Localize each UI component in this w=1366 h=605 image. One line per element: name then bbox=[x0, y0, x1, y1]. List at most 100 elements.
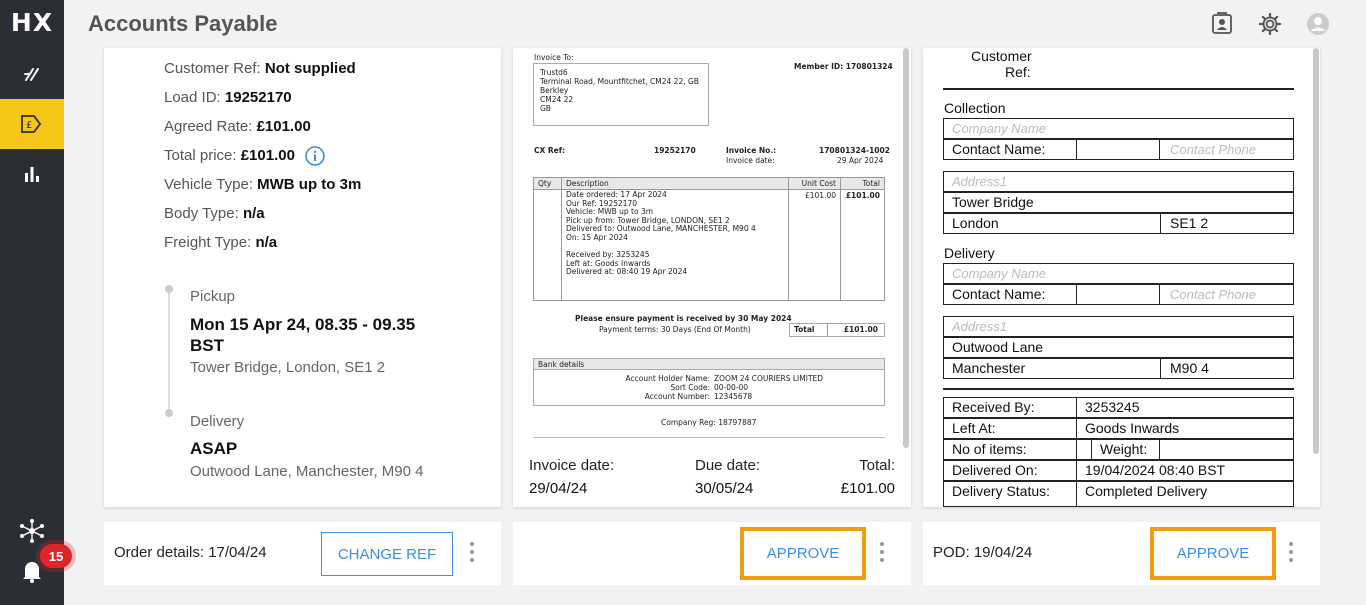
timeline-connector bbox=[168, 290, 170, 410]
invoice-date-label: Invoice date: bbox=[726, 156, 775, 165]
bar-chart-icon bbox=[25, 167, 39, 182]
field-label: Total price: bbox=[164, 146, 237, 164]
bank-value: ZOOM 24 COURIERS LIMITED bbox=[714, 374, 824, 383]
cell-divider bbox=[1076, 440, 1077, 459]
delivery-company-row: Company Name bbox=[943, 263, 1294, 284]
customer-ref-field: Customer Ref: Not supplied bbox=[164, 60, 356, 77]
invoice-scrollbar[interactable] bbox=[903, 48, 909, 448]
field-value: £101.00 bbox=[240, 146, 295, 164]
bank-details-label: Bank details bbox=[538, 360, 585, 369]
settings-button[interactable] bbox=[1258, 12, 1282, 36]
contact-name-label: Contact Name: bbox=[952, 141, 1046, 157]
qty-cell bbox=[533, 189, 562, 301]
cell-divider bbox=[1160, 359, 1161, 378]
pod-action-bar: POD: 19/04/24 APPROVE bbox=[923, 522, 1320, 585]
invoice-bottom-rule bbox=[533, 437, 885, 438]
invoice-no-value: 170801324-1002 bbox=[819, 146, 890, 155]
delivered-on-row: Delivered On: 19/04/2024 08:40 BST bbox=[943, 460, 1294, 481]
order-details-date: Order details: 17/04/24 bbox=[114, 544, 267, 561]
sidebar-item-reports[interactable] bbox=[0, 149, 64, 199]
approve-invoice-button[interactable]: APPROVE bbox=[740, 527, 866, 580]
pod-customer-ref-label-2: Ref: bbox=[1005, 64, 1031, 80]
approve-pod-button[interactable]: APPROVE bbox=[1150, 527, 1276, 580]
network-icon bbox=[20, 519, 44, 543]
field-value: £101.00 bbox=[256, 118, 311, 135]
change-ref-button[interactable]: CHANGE REF bbox=[321, 532, 453, 576]
notification-count-badge[interactable]: 15 bbox=[40, 544, 72, 568]
pickup-time: Mon 15 Apr 24, 08.35 - 09.35 BST bbox=[190, 314, 415, 356]
pickup-dot bbox=[165, 285, 173, 293]
sidebar-item-accounts-payable[interactable]: £ bbox=[0, 99, 64, 149]
address-line: Trustd6 bbox=[540, 68, 568, 77]
invoice-date-value: 29 Apr 2024 bbox=[837, 156, 884, 165]
pod-divider bbox=[943, 88, 1294, 90]
contact-phone-field: Contact Phone bbox=[1170, 142, 1257, 157]
info-icon[interactable] bbox=[305, 146, 325, 166]
total-label: Total bbox=[794, 325, 815, 334]
pickup-label: Pickup bbox=[190, 288, 236, 305]
body-type-field: Body Type: n/a bbox=[164, 205, 265, 222]
kebab-dot bbox=[1289, 558, 1293, 562]
contacts-button[interactable] bbox=[1210, 12, 1234, 36]
pod-divider bbox=[943, 388, 1294, 390]
delivery-street-row: Outwood Lane bbox=[943, 337, 1294, 358]
pod-scrollbar[interactable] bbox=[1313, 48, 1319, 454]
avatar-icon bbox=[1307, 13, 1329, 35]
address-line: GB bbox=[540, 104, 551, 113]
received-by-value: 3253245 bbox=[1085, 399, 1140, 415]
invoice-document[interactable]: Invoice To: Trustd6 Terminal Road, Mount… bbox=[513, 48, 903, 448]
delivery-dot bbox=[165, 409, 173, 417]
invoice-line-table: Qty Description Unit Cost Total Date ord… bbox=[533, 177, 885, 301]
items-weight-row: No of items: Weight: bbox=[943, 439, 1294, 460]
sidebar: HX £ 15 bbox=[0, 0, 72, 605]
payment-notice: Please ensure payment is received by 30 … bbox=[575, 314, 792, 323]
address-line: CM24 22 bbox=[540, 95, 574, 104]
pod-more-menu[interactable] bbox=[1288, 542, 1294, 562]
pickup-address: Tower Bridge, London, SE1 2 bbox=[190, 359, 386, 376]
field-label: Load ID: bbox=[164, 89, 221, 106]
svg-text:£: £ bbox=[26, 120, 32, 131]
collection-company-row: Company Name bbox=[943, 118, 1294, 139]
delivery-time: ASAP bbox=[190, 439, 238, 458]
invoice-address: Trustd6 Terminal Road, Mountfitchet, CM2… bbox=[540, 68, 710, 113]
page-title: Accounts Payable bbox=[88, 11, 278, 36]
footer-invoice-date-label: Invoice date: bbox=[529, 457, 615, 474]
kebab-dot bbox=[470, 550, 474, 554]
invoice-icon: £ bbox=[21, 115, 42, 133]
invoice-more-menu[interactable] bbox=[879, 542, 885, 562]
field-value: MWB up to 3m bbox=[257, 176, 362, 193]
cell-divider bbox=[1159, 140, 1160, 159]
bank-label: Sort Code: bbox=[670, 383, 711, 392]
delivery-heading: Delivery bbox=[944, 245, 995, 261]
delivery-contact-row: Contact Name: Contact Phone bbox=[943, 284, 1294, 305]
collection-contact-row: Contact Name: Contact Phone bbox=[943, 139, 1294, 160]
user-account-button[interactable] bbox=[1306, 12, 1330, 36]
delivery-label: Delivery bbox=[190, 413, 245, 430]
contact-card-icon bbox=[1212, 12, 1232, 34]
kebab-dot bbox=[880, 558, 884, 562]
cx-ref-label: CX Ref: bbox=[534, 146, 566, 155]
postcode-value: SE1 2 bbox=[1170, 215, 1209, 231]
received-by-label: Received By: bbox=[952, 399, 1035, 415]
collection-heading: Collection bbox=[944, 100, 1006, 116]
top-header: Accounts Payable bbox=[64, 0, 1366, 48]
cx-ref-value: 19252170 bbox=[654, 146, 696, 155]
address-line: Terminal Road, Mountfitchet, CM24 22, GB bbox=[540, 77, 699, 86]
address-line: Berkley bbox=[540, 86, 569, 95]
contact-phone-field: Contact Phone bbox=[1170, 287, 1257, 302]
pod-document[interactable]: Customer Ref: Collection Company Name Co… bbox=[923, 48, 1313, 507]
cell-divider bbox=[1076, 140, 1077, 159]
field-label: Vehicle Type: bbox=[164, 176, 253, 193]
table-row: Date ordered: 17 Apr 2024 Our Ref: 19252… bbox=[533, 189, 885, 301]
sidebar-item-routes[interactable] bbox=[0, 49, 64, 99]
order-more-menu[interactable] bbox=[469, 542, 475, 562]
footer-due-date-label: Due date: bbox=[695, 457, 761, 474]
member-id: Member ID: 170801324 bbox=[794, 62, 893, 71]
field-value: Not supplied bbox=[264, 60, 356, 77]
bank-value: 12345678 bbox=[714, 392, 753, 401]
invoice-total-box: Total £101.00 bbox=[789, 323, 885, 337]
app-logo[interactable]: HX bbox=[10, 8, 54, 38]
company-name-field: Company Name bbox=[952, 121, 1046, 136]
freight-type-field: Freight Type: n/a bbox=[164, 234, 277, 251]
gear-icon bbox=[1259, 13, 1281, 35]
